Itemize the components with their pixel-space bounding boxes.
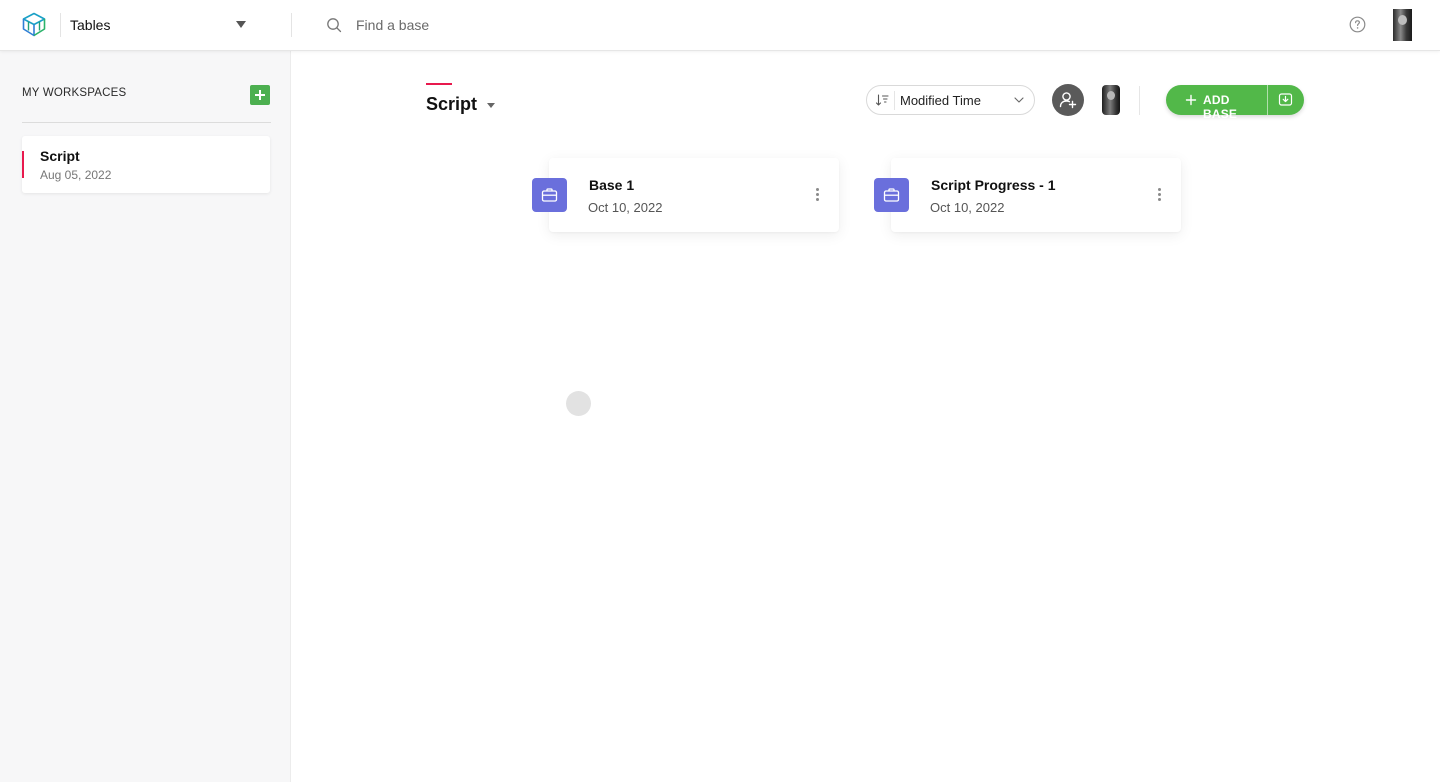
base-card-script-progress-1[interactable]: Script Progress - 1 Oct 10, 2022 [874, 158, 1181, 232]
divider [291, 13, 292, 37]
briefcase-icon [883, 188, 900, 202]
more-vertical-icon[interactable] [1151, 184, 1167, 204]
app-switcher-label: Tables [70, 17, 111, 33]
app-switcher-dropdown[interactable]: Tables [60, 13, 252, 37]
add-base-label: ADD BASE [1203, 93, 1238, 121]
more-vertical-icon[interactable] [809, 184, 825, 204]
base-card-base-1[interactable]: Base 1 Oct 10, 2022 [532, 158, 839, 232]
chevron-down-icon [1014, 97, 1024, 103]
title-accent-line [426, 83, 452, 85]
sort-descending-icon [875, 94, 889, 106]
workspaces-heading: MY WORKSPACES [22, 87, 127, 99]
add-base-button[interactable]: ADD BASE [1166, 85, 1267, 121]
cube-logo-icon[interactable] [22, 12, 46, 38]
sort-dropdown[interactable]: Modified Time [866, 85, 1035, 115]
search-input[interactable] [356, 13, 856, 37]
workspace-name: Script [40, 148, 80, 164]
invite-member-button[interactable] [1052, 84, 1084, 116]
plus-icon [1185, 94, 1197, 106]
base-badge [874, 178, 909, 212]
import-icon [1278, 93, 1293, 106]
caret-down-icon[interactable] [487, 103, 495, 108]
caret-down-icon [236, 21, 246, 28]
base-badge [532, 178, 567, 212]
top-navigation-bar: Tables [0, 0, 1440, 51]
workspace-date: Aug 05, 2022 [40, 168, 112, 182]
sort-selected-value: Modified Time [900, 93, 981, 108]
workspace-sidebar: MY WORKSPACES Script Aug 05, 2022 [0, 51, 291, 782]
base-date: Oct 10, 2022 [930, 200, 1005, 215]
import-base-button[interactable] [1268, 85, 1304, 115]
base-date: Oct 10, 2022 [588, 200, 663, 215]
add-base-split-button: ADD BASE [1166, 85, 1304, 121]
user-plus-icon [1059, 92, 1077, 109]
base-name: Base 1 [589, 177, 635, 193]
briefcase-icon [541, 188, 558, 202]
user-avatar[interactable] [1393, 9, 1412, 41]
main-content: Script Modified Time ADD BASE Base 1 Oct… [292, 51, 1440, 782]
base-name: Script Progress - 1 [931, 177, 1056, 193]
workspace-item-script[interactable]: Script Aug 05, 2022 [22, 136, 270, 193]
divider [22, 122, 271, 123]
search-icon [327, 18, 342, 33]
workspace-title[interactable]: Script [426, 94, 477, 115]
divider [894, 91, 895, 110]
help-circle-icon[interactable] [1349, 16, 1366, 33]
divider [1139, 86, 1140, 115]
member-avatar[interactable] [1102, 85, 1120, 115]
active-indicator [22, 151, 24, 178]
add-workspace-button[interactable] [250, 85, 270, 105]
mouse-cursor-indicator [566, 391, 591, 416]
